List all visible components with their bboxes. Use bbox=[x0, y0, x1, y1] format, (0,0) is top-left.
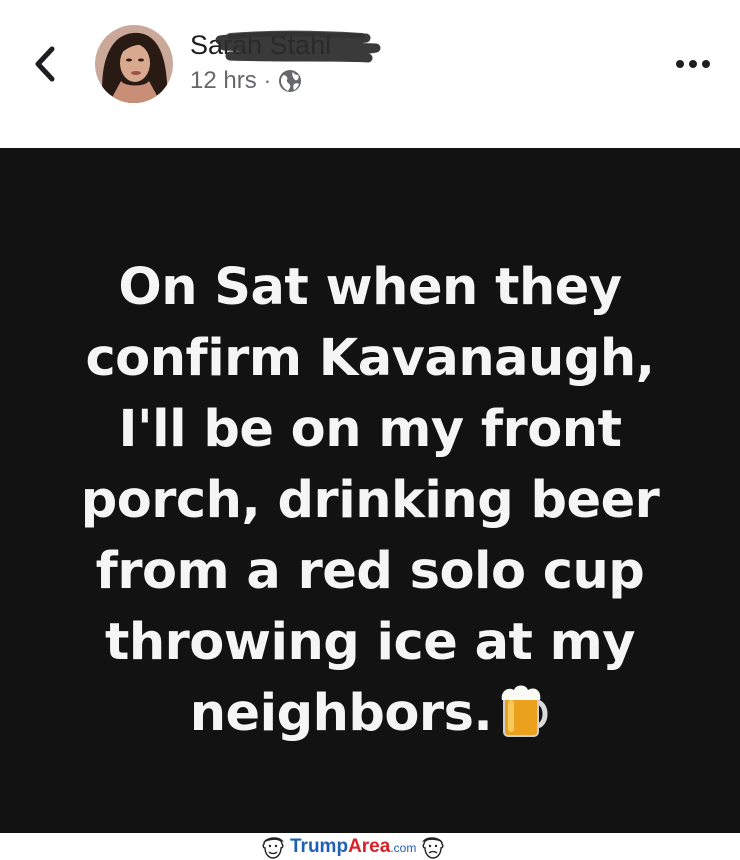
watermark-com: .com bbox=[390, 840, 417, 855]
name-redaction-scribble bbox=[190, 26, 390, 68]
chevron-left-icon bbox=[30, 44, 64, 84]
post-meta: 12 hrs · bbox=[190, 66, 302, 96]
post-text: On Sat when they confirm Kavanaugh, I'll… bbox=[20, 252, 720, 749]
post-header: Sarah Stahl 12 hrs · bbox=[0, 0, 740, 148]
globe-icon bbox=[278, 69, 302, 93]
watermark-text: TrumpArea.com bbox=[290, 836, 416, 858]
post-text-line: neighbors. bbox=[189, 684, 493, 743]
post-timestamp[interactable]: 12 hrs bbox=[190, 67, 257, 95]
post-text-line: porch, drinking beer bbox=[80, 471, 660, 530]
post-text-line: confirm Kavanaugh, bbox=[85, 329, 655, 388]
post-text-line: I'll be on my front bbox=[118, 400, 622, 459]
post-text-line-last: neighbors. bbox=[20, 678, 720, 749]
post-text-line: from a red solo cup bbox=[95, 542, 645, 601]
caricature-face-icon bbox=[262, 836, 284, 859]
watermark-logo: TrumpArea.com bbox=[260, 833, 446, 860]
beer-mug-icon bbox=[500, 682, 550, 740]
author-name[interactable]: Sarah Stahl bbox=[190, 26, 390, 68]
caricature-face-icon bbox=[422, 836, 444, 859]
author-avatar[interactable] bbox=[95, 25, 173, 103]
more-options-button[interactable] bbox=[672, 50, 714, 78]
facebook-post-view: Sarah Stahl 12 hrs · On Sat when they co… bbox=[0, 0, 740, 860]
more-horizontal-icon bbox=[672, 50, 714, 78]
watermark-trump: Trump bbox=[290, 835, 349, 857]
post-content-card: On Sat when they confirm Kavanaugh, I'll… bbox=[0, 148, 740, 833]
meta-separator: · bbox=[263, 68, 272, 93]
site-watermark: TrumpArea.com bbox=[0, 833, 740, 860]
post-text-line: throwing ice at my bbox=[104, 613, 636, 672]
watermark-area: Area bbox=[348, 835, 391, 857]
back-button[interactable] bbox=[30, 44, 64, 84]
post-text-line: On Sat when they bbox=[118, 258, 622, 317]
